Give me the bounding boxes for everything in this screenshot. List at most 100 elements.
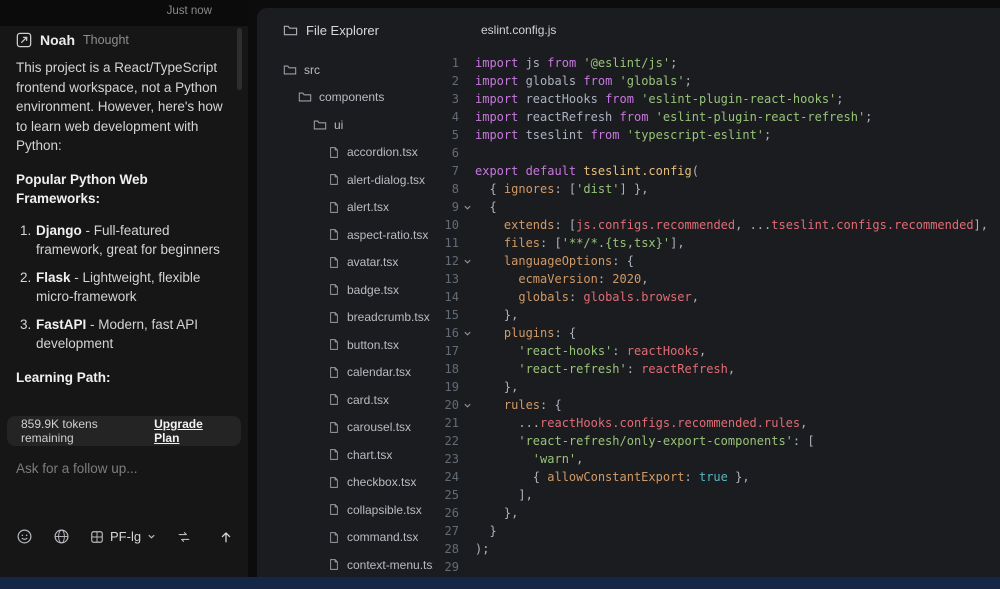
- code-line-9[interactable]: 9 {: [433, 198, 1000, 216]
- code-line-8[interactable]: 8 { ignores: ['dist'] },: [433, 180, 1000, 198]
- upgrade-plan-link[interactable]: Upgrade Plan: [154, 417, 227, 445]
- tree-item-context-menu-tsx[interactable]: context-menu.tsx: [257, 551, 433, 577]
- tree-item-command-tsx[interactable]: command.tsx: [257, 524, 433, 552]
- tree-item-calendar-tsx[interactable]: calendar.tsx: [257, 359, 433, 387]
- fold-chevron-icon[interactable]: [459, 396, 475, 414]
- line-number: 5: [433, 126, 459, 144]
- tree-item-components[interactable]: components: [257, 84, 433, 112]
- code-line-15[interactable]: 15 },: [433, 306, 1000, 324]
- line-number: 15: [433, 306, 459, 324]
- fold-spacer: [459, 486, 475, 504]
- fold-chevron-icon[interactable]: [459, 252, 475, 270]
- code-text: globals: globals.browser,: [475, 288, 699, 306]
- code-text: 'react-refresh': reactRefresh,: [475, 360, 735, 378]
- code-line-22[interactable]: 22 'react-refresh/only-export-components…: [433, 432, 1000, 450]
- framework-item-flask: 2.Flask - Lightweight, flexible micro-fr…: [16, 268, 228, 307]
- code-line-19[interactable]: 19 },: [433, 378, 1000, 396]
- code-line-29[interactable]: 29: [433, 558, 1000, 576]
- code-text: export default tseslint.config(: [475, 162, 699, 180]
- code-line-5[interactable]: 5import tseslint from 'typescript-eslint…: [433, 126, 1000, 144]
- code-line-14[interactable]: 14 globals: globals.browser,: [433, 288, 1000, 306]
- tree-item-chart-tsx[interactable]: chart.tsx: [257, 441, 433, 469]
- file-icon: [328, 256, 340, 269]
- code-line-21[interactable]: 21 ...reactHooks.configs.recommended.rul…: [433, 414, 1000, 432]
- code-line-1[interactable]: 1import js from '@eslint/js';: [433, 54, 1000, 72]
- code-line-20[interactable]: 20 rules: {: [433, 396, 1000, 414]
- code-line-24[interactable]: 24 { allowConstantExport: true },: [433, 468, 1000, 486]
- tree-item-carousel-tsx[interactable]: carousel.tsx: [257, 414, 433, 442]
- tree-item-label: breadcrumb.tsx: [347, 310, 430, 324]
- code-text: { ignores: ['dist'] },: [475, 180, 648, 198]
- line-number: 1: [433, 54, 459, 72]
- code-line-18[interactable]: 18 'react-refresh': reactRefresh,: [433, 360, 1000, 378]
- model-selector[interactable]: PF-lg: [90, 529, 156, 544]
- code-line-16[interactable]: 16 plugins: {: [433, 324, 1000, 342]
- explorer-header: File Explorer: [257, 23, 459, 38]
- line-number: 14: [433, 288, 459, 306]
- tree-item-aspect-ratio-tsx[interactable]: aspect-ratio.tsx: [257, 221, 433, 249]
- chat-message: Noah Thought This project is a React/Typ…: [16, 28, 228, 399]
- code-line-28[interactable]: 28);: [433, 540, 1000, 558]
- tree-item-ui[interactable]: ui: [257, 111, 433, 139]
- file-icon: [328, 476, 340, 489]
- emoji-icon[interactable]: [16, 528, 33, 545]
- code-line-26[interactable]: 26 },: [433, 504, 1000, 522]
- line-number: 16: [433, 324, 459, 342]
- tree-item-accordion-tsx[interactable]: accordion.tsx: [257, 139, 433, 167]
- editor-tab[interactable]: eslint.config.js: [459, 23, 556, 37]
- file-icon: [328, 448, 340, 461]
- tree-item-checkbox-tsx[interactable]: checkbox.tsx: [257, 469, 433, 497]
- send-icon[interactable]: [218, 529, 234, 545]
- code-line-4[interactable]: 4import reactRefresh from 'eslint-plugin…: [433, 108, 1000, 126]
- code-line-11[interactable]: 11 files: ['**/*.{ts,tsx}'],: [433, 234, 1000, 252]
- code-line-23[interactable]: 23 'warn',: [433, 450, 1000, 468]
- thought-toggle[interactable]: Thought: [83, 33, 129, 47]
- tree-item-badge-tsx[interactable]: badge.tsx: [257, 276, 433, 304]
- fold-chevron-icon[interactable]: [459, 198, 475, 216]
- code-area[interactable]: 1import js from '@eslint/js';2import glo…: [433, 52, 1000, 577]
- model-icon: [90, 530, 104, 544]
- code-text: }: [475, 522, 497, 540]
- code-line-10[interactable]: 10 extends: [js.configs.recommended, ...…: [433, 216, 1000, 234]
- code-line-12[interactable]: 12 languageOptions: {: [433, 252, 1000, 270]
- code-line-27[interactable]: 27 }: [433, 522, 1000, 540]
- file-icon: [328, 503, 340, 516]
- code-text: ecmaVersion: 2020,: [475, 270, 648, 288]
- chat-scrollbar[interactable]: [237, 28, 242, 90]
- line-number: 29: [433, 558, 459, 576]
- tree-item-alert-tsx[interactable]: alert.tsx: [257, 194, 433, 222]
- code-text: plugins: {: [475, 324, 576, 342]
- tree-item-alert-dialog-tsx[interactable]: alert-dialog.tsx: [257, 166, 433, 194]
- folder-icon: [313, 118, 327, 132]
- fold-chevron-icon[interactable]: [459, 324, 475, 342]
- fold-spacer: [459, 558, 475, 576]
- tree-item-collapsible-tsx[interactable]: collapsible.tsx: [257, 496, 433, 524]
- workspace-content: srccomponentsuiaccordion.tsxalert-dialog…: [257, 52, 1000, 577]
- tree-item-card-tsx[interactable]: card.tsx: [257, 386, 433, 414]
- code-line-25[interactable]: 25 ],: [433, 486, 1000, 504]
- tree-item-avatar-tsx[interactable]: avatar.tsx: [257, 249, 433, 277]
- code-line-17[interactable]: 17 'react-hooks': reactHooks,: [433, 342, 1000, 360]
- line-number: 25: [433, 486, 459, 504]
- code-line-6[interactable]: 6: [433, 144, 1000, 162]
- code-line-13[interactable]: 13 ecmaVersion: 2020,: [433, 270, 1000, 288]
- fold-spacer: [459, 288, 475, 306]
- framework-text: Django - Full-featured framework, great …: [36, 221, 228, 260]
- fold-spacer: [459, 126, 475, 144]
- learning-heading: Learning Path:: [16, 368, 228, 388]
- line-number: 9: [433, 198, 459, 216]
- tree-item-src[interactable]: src: [257, 56, 433, 84]
- code-line-3[interactable]: 3import reactHooks from 'eslint-plugin-r…: [433, 90, 1000, 108]
- code-text: import reactRefresh from 'eslint-plugin-…: [475, 108, 872, 126]
- list-number: 2.: [20, 268, 36, 307]
- tree-item-button-tsx[interactable]: button.tsx: [257, 331, 433, 359]
- code-text: { allowConstantExport: true },: [475, 468, 750, 486]
- tree-item-breadcrumb-tsx[interactable]: breadcrumb.tsx: [257, 304, 433, 332]
- swap-icon[interactable]: [176, 529, 192, 545]
- code-line-7[interactable]: 7export default tseslint.config(: [433, 162, 1000, 180]
- fold-spacer: [459, 162, 475, 180]
- globe-icon[interactable]: [53, 528, 70, 545]
- code-line-2[interactable]: 2import globals from 'globals';: [433, 72, 1000, 90]
- tree-item-label: avatar.tsx: [347, 255, 398, 269]
- followup-input[interactable]: Ask for a follow up...: [16, 461, 138, 476]
